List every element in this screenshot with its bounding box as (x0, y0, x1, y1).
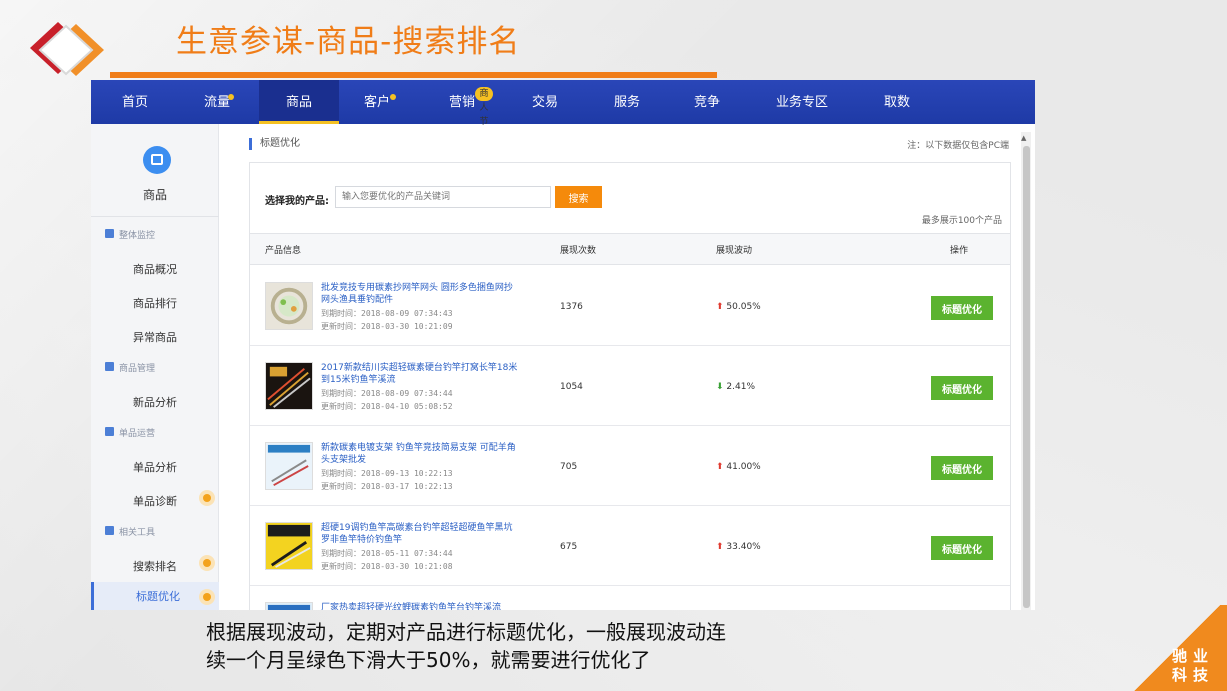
main-content: 标题优化 注：以下数据仅包含PC端 选择我的产品: 搜索 最多展示100个产品 … (225, 124, 1025, 610)
product-name-link[interactable]: 批发竞技专用碳素抄网竿网头 圆形多色捆鱼网抄网头渔具垂钓配件 (321, 282, 521, 306)
view-trend: ⬆ 41.00% (716, 462, 761, 472)
view-count: 1376 (560, 302, 583, 312)
update-time: 更新时间：2018-03-17 10:22:13 (321, 482, 453, 491)
table-row: 超硬19调钓鱼竿高碳素台钓竿超轻超硬鱼竿黑坑罗非鱼竿特价钓鱼竿 到期时间：201… (250, 506, 1010, 586)
update-time: 更新时间：2018-03-30 10:21:08 (321, 562, 453, 571)
nav-item-compete[interactable]: 竞争 (677, 80, 737, 124)
expire-time: 到期时间：2018-09-13 10:22:13 (321, 469, 453, 478)
product-name-link[interactable]: 2017新款结川实超轻碳素硬台钓竿打窝长竿18米到15米钓鱼竿溪流 (321, 362, 521, 386)
arrow-up-icon: ⬆ (716, 462, 724, 472)
nav-item-service[interactable]: 服务 (597, 80, 657, 124)
update-time: 更新时间：2018-04-10 05:08:52 (321, 402, 453, 411)
nav-item-business[interactable]: 业务专区 (767, 80, 837, 124)
optimize-title-button[interactable]: 标题优化 (931, 456, 993, 480)
product-name-link[interactable]: 超硬19调钓鱼竿高碳素台钓竿超轻超硬鱼竿黑坑罗非鱼竿特价钓鱼竿 (321, 522, 521, 546)
view-count: 1054 (560, 382, 583, 392)
expire-time: 到期时间：2018-08-09 07:34:44 (321, 389, 453, 398)
search-button[interactable]: 搜索 (555, 186, 602, 208)
nav-item-customer[interactable]: 客户 (347, 80, 407, 124)
festival-badge: 商人节 (475, 87, 493, 127)
scroll-up-icon[interactable]: ▲ (1021, 134, 1026, 142)
optimize-title-button[interactable]: 标题优化 (931, 536, 993, 560)
nav-item-traffic[interactable]: 流量 (187, 80, 247, 124)
top-nav: 首页 流量 商品 客户 营销 商人节 交易 服务 竞争 业务专区 取数 (91, 80, 1035, 127)
view-trend: ⬇ 2.41% (716, 382, 756, 392)
nav-item-home[interactable]: 首页 (105, 80, 165, 124)
col-header-info: 产品信息 (265, 246, 302, 256)
product-thumbnail[interactable] (265, 282, 313, 330)
product-thumbnail[interactable] (265, 442, 313, 490)
title-underline (110, 72, 717, 78)
sidebar-item-overview[interactable]: 商品概况 (133, 261, 177, 277)
choose-product-label: 选择我的产品: (265, 196, 329, 207)
folder-icon (105, 229, 114, 238)
scrollbar-thumb[interactable] (1023, 146, 1030, 608)
table-row: 批发竞技专用碳素抄网竿网头 圆形多色捆鱼网抄网头渔具垂钓配件 到期时间：2018… (250, 266, 1010, 346)
sidebar-section-monitor: 整体监控 (105, 228, 155, 241)
hot-dot-icon (199, 490, 215, 506)
sidebar-item-search-rank[interactable]: 搜索排名 (133, 558, 177, 574)
nav-item-product[interactable]: 商品 (259, 80, 339, 124)
arrow-up-icon: ⬆ (716, 302, 724, 312)
sidebar-item-abnormal[interactable]: 异常商品 (133, 329, 177, 345)
expire-time: 到期时间：2018-05-11 07:34:44 (321, 549, 453, 558)
product-thumbnail[interactable] (265, 362, 313, 410)
shopping-bag-icon (143, 146, 171, 174)
hot-dot-icon (199, 555, 215, 571)
folder-icon (105, 362, 114, 371)
hot-dot-icon (199, 589, 215, 605)
product-name-link[interactable]: 厂家热卖超轻硬光纹鲤碳素钓鱼竿台钓竿溪流 (321, 602, 521, 610)
screenshot-frame: 首页 流量 商品 客户 营销 商人节 交易 服务 竞争 业务专区 取数 商品 整体… (91, 80, 1035, 610)
logo-diamond-icon (30, 22, 104, 76)
view-count: 675 (560, 542, 578, 552)
product-thumbnail[interactable] (265, 522, 313, 570)
col-header-views: 展现次数 (560, 246, 597, 256)
table-row: 新款碳素电镀支架 钓鱼竿竞技简易支架 可配羊角头支架批发 到期时间：2018-0… (250, 426, 1010, 506)
product-name-link[interactable]: 新款碳素电镀支架 钓鱼竿竞技简易支架 可配羊角头支架批发 (321, 442, 521, 466)
sidebar-item-single-analysis[interactable]: 单品分析 (133, 459, 177, 475)
nav-item-fetch-data[interactable]: 取数 (867, 80, 927, 124)
table-header: 产品信息 展现次数 展现波动 操作 (250, 233, 1010, 265)
sidebar-item-single-diagnose[interactable]: 单品诊断 (133, 493, 177, 509)
optimize-title-button[interactable]: 标题优化 (931, 376, 993, 400)
sidebar-section-tools: 相关工具 (105, 525, 155, 538)
sidebar-section-manage: 商品管理 (105, 361, 155, 374)
divider (91, 216, 219, 217)
product-panel: 选择我的产品: 搜索 最多展示100个产品 产品信息 展现次数 展现波动 操作 (249, 162, 1011, 610)
nav-item-marketing[interactable]: 营销 商人节 (431, 80, 493, 127)
new-dot-icon (228, 94, 234, 100)
arrow-down-icon: ⬇ (716, 382, 724, 392)
view-count: 705 (560, 462, 578, 472)
table-row: 2017新款结川实超轻碳素硬台钓竿打窝长竿18米到15米钓鱼竿溪流 到期时间：2… (250, 346, 1010, 426)
sidebar-title: 商品 (142, 188, 167, 202)
optimize-title-button[interactable]: 标题优化 (931, 296, 993, 320)
folder-icon (105, 427, 114, 436)
sidebar-section-single: 单品运营 (105, 426, 155, 439)
corner-brand: 驰业 科技 (1171, 647, 1214, 684)
slide-title: 生意参谋-商品-搜索排名 (176, 24, 521, 60)
slide-caption: 根据展现波动，定期对产品进行标题优化，一般展现波动连 续一个月呈绿色下滑大于50… (206, 620, 726, 672)
folder-icon (105, 526, 114, 535)
sidebar-item-new-product[interactable]: 新品分析 (133, 394, 177, 410)
sidebar-item-ranking[interactable]: 商品排行 (133, 295, 177, 311)
view-trend: ⬆ 33.40% (716, 542, 761, 552)
arrow-up-icon: ⬆ (716, 542, 724, 552)
expire-time: 到期时间：2018-08-09 07:34:43 (321, 309, 453, 318)
view-trend: ⬆ 50.05% (716, 302, 761, 312)
col-header-trend: 展现波动 (716, 246, 753, 256)
sidebar: 商品 整体监控 商品概况 商品排行 异常商品 商品管理 新品分析 单品运营 单品… (91, 124, 219, 610)
breadcrumb: 标题优化 (249, 138, 300, 150)
product-thumbnail[interactable] (265, 602, 313, 610)
table-row: 厂家热卖超轻硬光纹鲤碳素钓鱼竿台钓竿溪流 (250, 586, 1010, 610)
max-products-note: 最多展示100个产品 (921, 216, 1002, 226)
nav-item-trade[interactable]: 交易 (515, 80, 575, 124)
new-dot-icon (390, 94, 396, 100)
search-input[interactable] (335, 186, 551, 208)
pc-only-note: 注：以下数据仅包含PC端 (907, 141, 1009, 151)
col-header-action: 操作 (950, 246, 969, 256)
update-time: 更新时间：2018-03-30 10:21:09 (321, 322, 453, 331)
